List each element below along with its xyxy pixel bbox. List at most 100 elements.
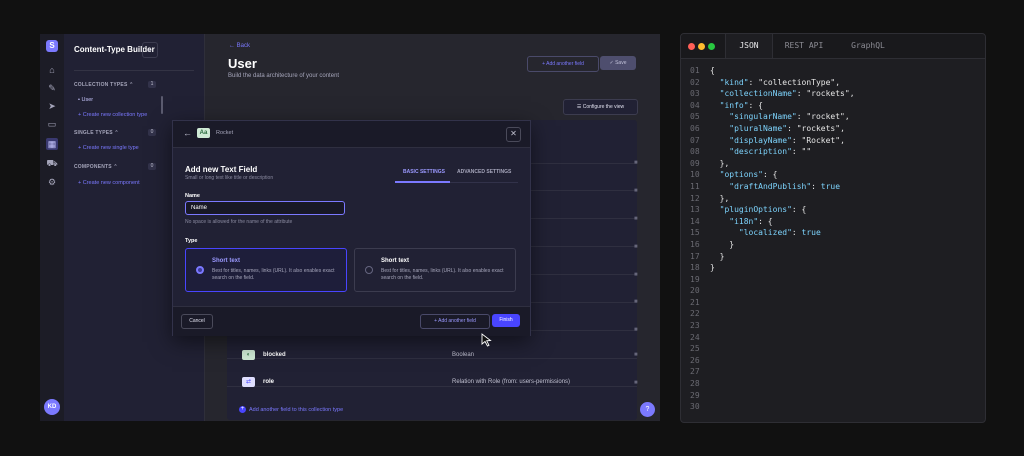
- line-number: 01: [690, 66, 700, 75]
- code-text: {: [710, 66, 715, 75]
- code-text: "pluralName": "rockets",: [729, 123, 845, 133]
- add-field-modal: ← Aa Rocket ✕ Add new Text Field Small o…: [172, 120, 531, 336]
- code-text: "displayName": "Rocket",: [729, 135, 845, 145]
- code-line: 30: [681, 401, 985, 413]
- page-subtitle: Build the data architecture of your cont…: [228, 73, 340, 79]
- collection-types-section[interactable]: COLLECTION TYPES ⌃: [74, 82, 158, 88]
- code-line: 08 "description": "": [681, 146, 985, 158]
- back-link[interactable]: ← Back: [229, 43, 250, 49]
- finish-button[interactable]: Finish: [492, 314, 520, 327]
- help-icon[interactable]: ?: [640, 402, 655, 417]
- code-text: },: [710, 158, 730, 168]
- line-number: 26: [690, 355, 700, 365]
- code-line: 14 "i18n": {: [681, 216, 985, 228]
- tab-json[interactable]: JSON: [725, 34, 773, 58]
- tab-basic-settings[interactable]: BASIC SETTINGS: [403, 169, 445, 175]
- name-input[interactable]: [185, 201, 345, 215]
- lock-icon: ■: [634, 299, 638, 305]
- code-line: 20: [681, 285, 985, 297]
- nav-item-user[interactable]: • User: [78, 97, 93, 103]
- code-line: 21: [681, 297, 985, 309]
- cancel-button[interactable]: Cancel: [181, 314, 213, 329]
- line-number: 03: [690, 89, 700, 99]
- code-line: 24: [681, 332, 985, 344]
- back-arrow-icon[interactable]: ←: [183, 128, 192, 138]
- code-text: "draftAndPublish": true: [729, 181, 841, 191]
- modal-breadcrumb: Rocket: [216, 130, 234, 136]
- content-type-builder-icon[interactable]: ▦: [46, 138, 58, 150]
- option-title: Short text: [381, 258, 410, 264]
- lock-icon: ■: [634, 244, 638, 250]
- table-row-divider: [227, 358, 637, 359]
- divider: [74, 70, 194, 71]
- line-number: 16: [690, 239, 700, 249]
- relation-icon: ⇄: [242, 377, 255, 387]
- line-number: 23: [690, 321, 700, 331]
- text-type-icon: Aa: [197, 128, 210, 138]
- single-types-count: 0: [148, 129, 156, 136]
- line-number: 25: [690, 344, 700, 354]
- single-types-section[interactable]: SINGLE TYPES ⌃: [74, 130, 158, 136]
- lock-icon: ■: [634, 160, 638, 166]
- long-text-option[interactable]: Short text Best for titles, names, links…: [354, 248, 516, 292]
- code-line: 05 "singularName": "rocket",: [681, 111, 985, 123]
- media-library-icon[interactable]: ▭: [46, 118, 58, 130]
- line-number: 08: [690, 147, 700, 157]
- create-component-link[interactable]: + Create new component: [78, 180, 140, 186]
- code-panel: JSON REST API GraphQL 01 {02 "kind": "col…: [680, 33, 986, 423]
- line-number: 29: [690, 390, 700, 400]
- scrollbar[interactable]: [161, 96, 163, 114]
- option-title: Short text: [212, 258, 241, 264]
- tab-rest-api[interactable]: REST API: [772, 34, 836, 58]
- boolean-toggle-icon: ◐: [242, 350, 255, 360]
- components-section[interactable]: COMPONENTS ⌃: [74, 164, 158, 170]
- add-another-field-modal-button[interactable]: + Add another field: [420, 314, 490, 329]
- window-minimize-dot[interactable]: [698, 43, 705, 50]
- save-button[interactable]: ✓ Save: [600, 56, 636, 70]
- tab-advanced-settings[interactable]: ADVANCED SETTINGS: [457, 169, 511, 175]
- send-icon[interactable]: ➤: [46, 100, 58, 112]
- create-single-type-link[interactable]: + Create new single type: [78, 145, 139, 151]
- create-collection-type-link[interactable]: + Create new collection type: [78, 112, 147, 118]
- radio-unselected[interactable]: [365, 266, 373, 274]
- settings-gear-icon[interactable]: ⚙: [46, 176, 58, 188]
- modal-footer: Cancel + Add another field Finish: [173, 306, 530, 336]
- code-line: 01 {: [681, 65, 985, 77]
- lock-icon: ■: [634, 216, 638, 222]
- collection-types-count: 1: [148, 81, 156, 88]
- code-text: }: [710, 251, 725, 261]
- code-tabs-bar: JSON REST API GraphQL: [681, 34, 985, 59]
- code-text: "kind": "collectionType",: [719, 77, 841, 87]
- name-label: Name: [185, 193, 200, 199]
- content-manager-icon[interactable]: ✎: [46, 82, 58, 94]
- strapi-logo-icon[interactable]: S: [46, 40, 58, 52]
- code-line: 25: [681, 343, 985, 355]
- code-line: 19: [681, 274, 985, 286]
- code-lines: 01{02 "kind": "collectionType", 03 "colle…: [681, 65, 985, 413]
- code-text: },: [710, 193, 730, 203]
- user-avatar[interactable]: KD: [44, 399, 60, 415]
- code-text: "singularName": "rocket",: [729, 112, 850, 122]
- window-close-dot[interactable]: [688, 43, 695, 50]
- marketplace-cart-icon[interactable]: ⛟: [46, 157, 58, 169]
- home-icon[interactable]: ⌂: [46, 64, 58, 76]
- code-line: 27: [681, 366, 985, 378]
- option-description: Best for titles, names, links (URL). It …: [212, 268, 335, 281]
- add-another-field-button[interactable]: + Add another field: [527, 56, 599, 72]
- short-text-option[interactable]: Short text Best for titles, names, links…: [185, 248, 347, 292]
- code-text: "localized": true: [738, 228, 821, 238]
- modal-title: Add new Text Field: [185, 165, 258, 174]
- lock-icon: ■: [634, 380, 638, 386]
- modal-header: ← Aa Rocket ✕: [173, 121, 530, 148]
- window-maximize-dot[interactable]: [708, 43, 715, 50]
- field-name-blocked: blocked: [263, 352, 286, 358]
- tab-graphql[interactable]: GraphQL: [837, 34, 899, 58]
- search-icon[interactable]: ⌕: [142, 42, 158, 58]
- code-line: 10 "options": {: [681, 169, 985, 181]
- radio-selected[interactable]: [196, 266, 204, 274]
- modal-subtitle: Small or long text like title or descrip…: [185, 175, 274, 181]
- close-icon[interactable]: ✕: [506, 127, 521, 142]
- add-field-to-collection-link[interactable]: + Add another field to this collection ty…: [239, 406, 343, 413]
- configure-view-button[interactable]: ☰ Configure the view: [563, 99, 638, 115]
- code-line: 11 "draftAndPublish": true: [681, 181, 985, 193]
